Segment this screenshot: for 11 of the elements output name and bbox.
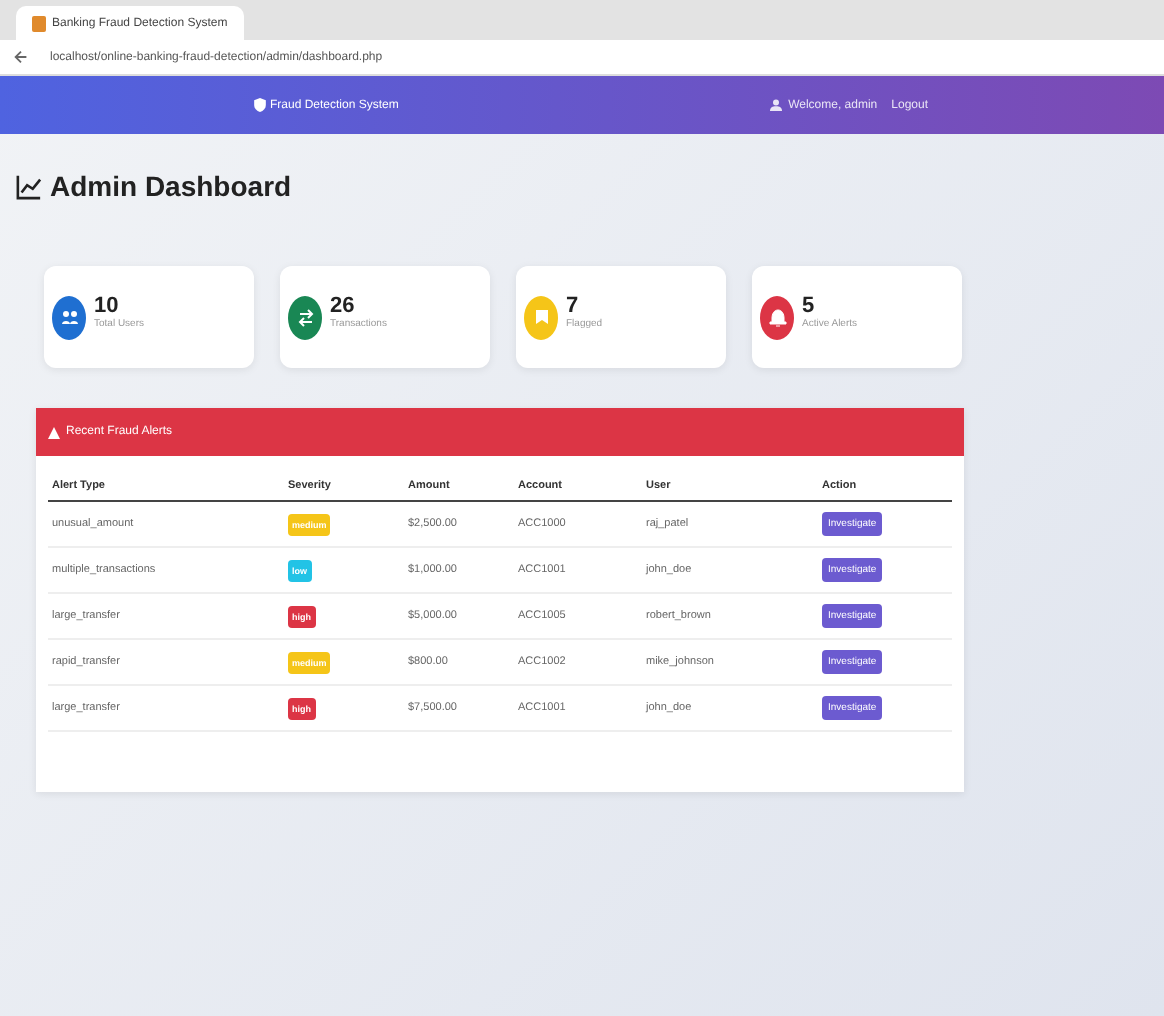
chart-line-icon	[16, 173, 42, 199]
page-title: Admin Dashboard	[50, 170, 292, 202]
shield-icon	[254, 98, 266, 112]
stat-value: 5	[802, 293, 817, 317]
back-icon[interactable]	[12, 48, 30, 66]
user-icon	[770, 98, 783, 112]
stat-value: 10	[94, 293, 121, 317]
stat-value: 7	[566, 293, 581, 317]
warning-icon	[48, 425, 60, 439]
stat-value: 26	[330, 293, 357, 317]
favicon-icon	[32, 15, 46, 31]
